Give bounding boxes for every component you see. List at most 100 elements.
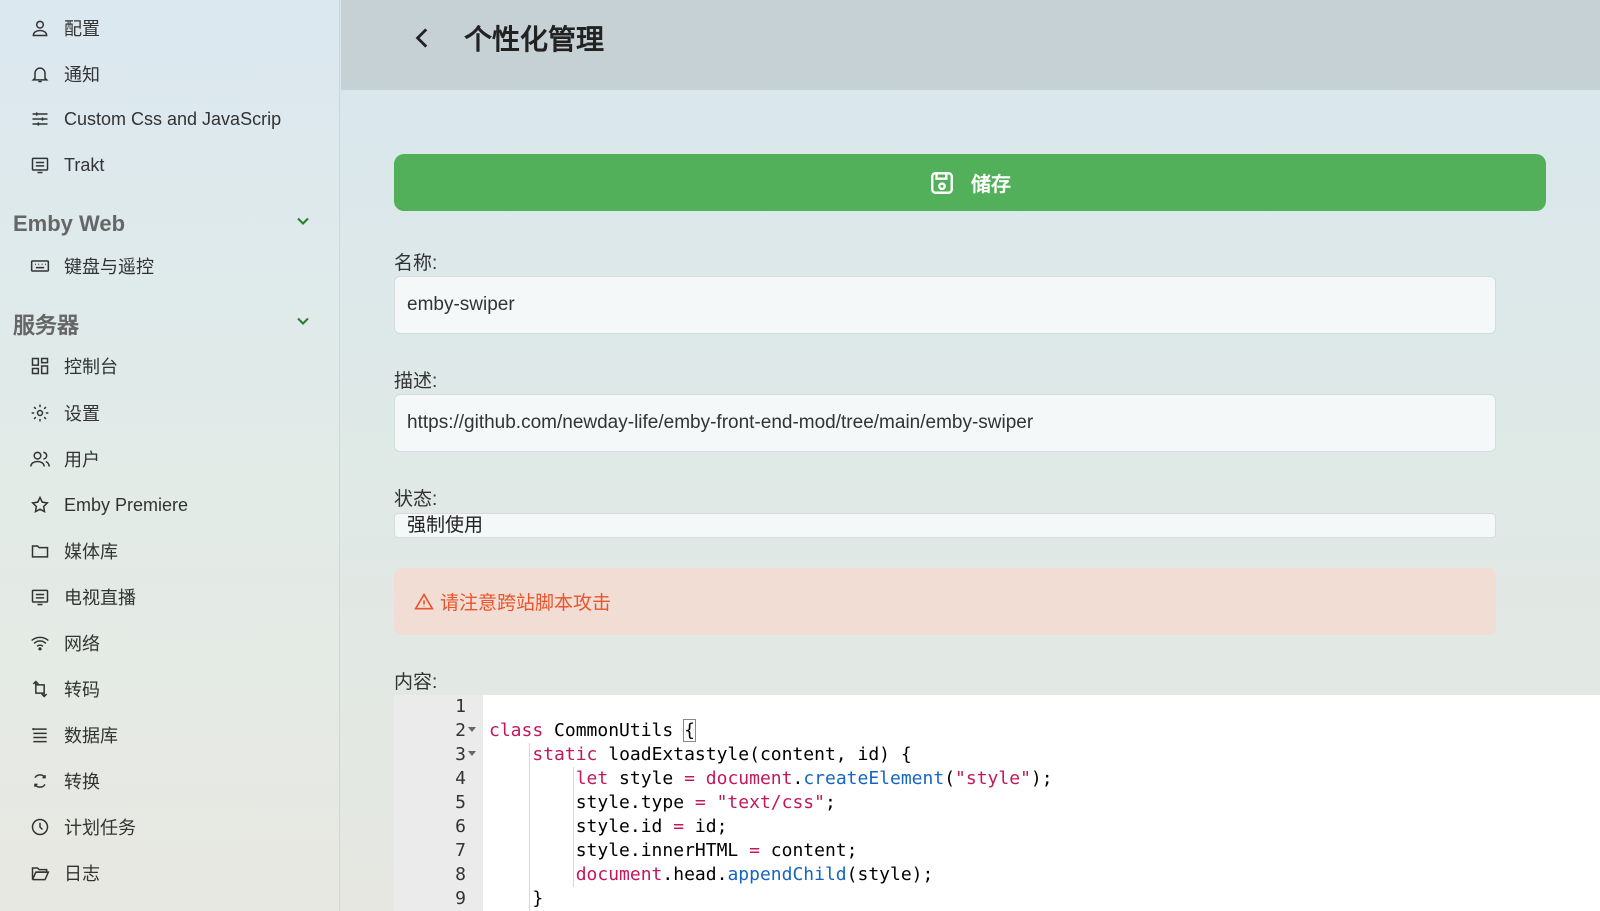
line-number: 8 <box>455 864 466 885</box>
code-text: style.id = id; <box>489 816 728 837</box>
name-input[interactable]: emby-swiper <box>394 276 1496 334</box>
fold-toggle-icon[interactable] <box>468 751 476 756</box>
code-text: style.type = "text/css"; <box>489 792 836 813</box>
sidebar-item-label: 配置 <box>64 19 100 39</box>
code-text: } <box>489 888 544 909</box>
sidebar-item-custom-css[interactable]: Custom Css and JavaScrip <box>30 101 281 137</box>
description-input-value: https://github.com/newday-life/emby-fron… <box>407 412 1034 433</box>
save-button[interactable]: 储存 <box>394 154 1546 211</box>
name-input-value: emby-swiper <box>407 294 515 315</box>
sidebar-item-dashboard[interactable]: 控制台 <box>30 348 118 384</box>
back-button[interactable] <box>403 18 443 58</box>
transcode-icon <box>30 679 50 699</box>
section-server[interactable]: 服务器 <box>13 308 313 340</box>
sidebar-item-convert[interactable]: 转换 <box>30 763 100 799</box>
sidebar-item-database[interactable]: 数据库 <box>30 717 118 753</box>
warning-icon <box>414 592 434 609</box>
star-icon <box>30 495 50 515</box>
code-text: style.innerHTML = content; <box>489 840 858 861</box>
users-icon <box>30 449 50 469</box>
database-icon <box>30 725 50 745</box>
code-line: 6 style.id = id; <box>394 815 1600 839</box>
page-header: 个性化管理 <box>341 0 1600 90</box>
line-number: 9 <box>455 888 466 909</box>
sidebar-item-label: 转换 <box>64 772 100 792</box>
sidebar-item-users[interactable]: 用户 <box>30 441 100 477</box>
code-line: 2 class CommonUtils { <box>394 719 1600 743</box>
code-line: 7 style.innerHTML = content; <box>394 839 1600 863</box>
sidebar-item-premiere[interactable]: Emby Premiere <box>30 487 188 523</box>
clock-icon <box>30 817 50 837</box>
convert-icon <box>30 771 50 791</box>
dashboard-icon <box>30 356 50 376</box>
sidebar-item-label: 媒体库 <box>64 542 118 562</box>
section-emby-web[interactable]: Emby Web <box>13 208 313 240</box>
sidebar: 配置 通知 Custom Css and JavaScrip Trakt Emb… <box>0 0 340 911</box>
sidebar-item-label: 用户 <box>64 450 100 470</box>
sidebar-item-scheduled-tasks[interactable]: 计划任务 <box>30 809 136 845</box>
sidebar-item-label: 转码 <box>64 680 100 700</box>
sidebar-item-logs[interactable]: 日志 <box>30 855 100 891</box>
line-number: 7 <box>455 840 466 861</box>
sidebar-item-keyboard[interactable]: 键盘与遥控 <box>30 248 154 284</box>
code-editor[interactable]: 1 2 class CommonUtils { 3 static loadExt… <box>394 695 1600 911</box>
section-title: Emby Web <box>13 211 126 236</box>
sidebar-item-transcode[interactable]: 转码 <box>30 671 100 707</box>
sidebar-item-label: 电视直播 <box>64 588 136 608</box>
keyboard-icon <box>30 256 50 276</box>
content-label: 内容: <box>394 672 438 693</box>
code-text: class CommonUtils { <box>489 719 696 742</box>
wifi-icon <box>30 633 50 653</box>
floppy-disk-icon <box>931 171 953 194</box>
bell-icon <box>30 64 50 84</box>
section-title: 服务器 <box>13 313 80 338</box>
folder-open-icon <box>30 863 50 883</box>
page-title: 个性化管理 <box>464 24 605 55</box>
sidebar-item-network[interactable]: 网络 <box>30 625 100 661</box>
name-label: 名称: <box>394 253 438 274</box>
code-line: 8 document.head.appendChild(style); <box>394 863 1600 887</box>
line-number: 4 <box>455 768 466 789</box>
sidebar-item-label: 设置 <box>64 404 100 424</box>
sidebar-item-livetv[interactable]: 电视直播 <box>30 579 136 615</box>
folder-icon <box>30 541 50 561</box>
line-number: 3 <box>455 744 466 765</box>
chevron-down-icon <box>293 311 313 337</box>
code-line: 3 static loadExtastyle(content, id) { <box>394 743 1600 767</box>
tv-icon <box>30 587 50 607</box>
fold-toggle-icon[interactable] <box>468 727 476 732</box>
warning-text: 请注意跨站脚本攻击 <box>440 593 612 614</box>
sidebar-item-config[interactable]: 配置 <box>30 10 100 46</box>
chevron-left-icon <box>415 28 428 48</box>
code-line: 4 let style = document.createElement("st… <box>394 767 1600 791</box>
sidebar-item-label: 键盘与遥控 <box>64 257 154 277</box>
sidebar-item-notifications[interactable]: 通知 <box>30 56 100 92</box>
sliders-icon <box>30 109 50 129</box>
description-label: 描述: <box>394 371 438 392</box>
sidebar-item-trakt[interactable]: Trakt <box>30 147 104 183</box>
line-number: 5 <box>455 792 466 813</box>
code-text: static loadExtastyle(content, id) { <box>532 744 912 765</box>
sidebar-item-label: 控制台 <box>64 357 118 377</box>
sidebar-item-label: 日志 <box>64 864 100 884</box>
user-icon <box>30 18 50 38</box>
sidebar-item-settings[interactable]: 设置 <box>30 395 100 431</box>
save-button-label: 储存 <box>971 174 1011 196</box>
status-select[interactable]: 强制使用 <box>394 513 1496 538</box>
status-label: 状态: <box>394 489 438 510</box>
sidebar-item-label: 数据库 <box>64 726 118 746</box>
code-text: let style = document.createElement("styl… <box>575 768 1053 789</box>
code-line: 1 <box>394 695 1600 719</box>
code-text: document.head.appendChild(style); <box>575 864 934 885</box>
description-input[interactable]: https://github.com/newday-life/emby-fron… <box>394 394 1496 452</box>
line-number: 6 <box>455 816 466 837</box>
sidebar-item-label: 网络 <box>64 634 100 654</box>
sidebar-item-library[interactable]: 媒体库 <box>30 533 118 569</box>
sidebar-item-label: Custom Css and JavaScrip <box>64 108 282 129</box>
sidebar-item-label: Trakt <box>64 154 105 175</box>
xss-warning: 请注意跨站脚本攻击 <box>394 568 1496 635</box>
gear-icon <box>30 403 50 423</box>
sidebar-item-label: 计划任务 <box>64 818 136 838</box>
code-line: 9 } <box>394 887 1600 911</box>
list-box-icon <box>30 155 50 175</box>
